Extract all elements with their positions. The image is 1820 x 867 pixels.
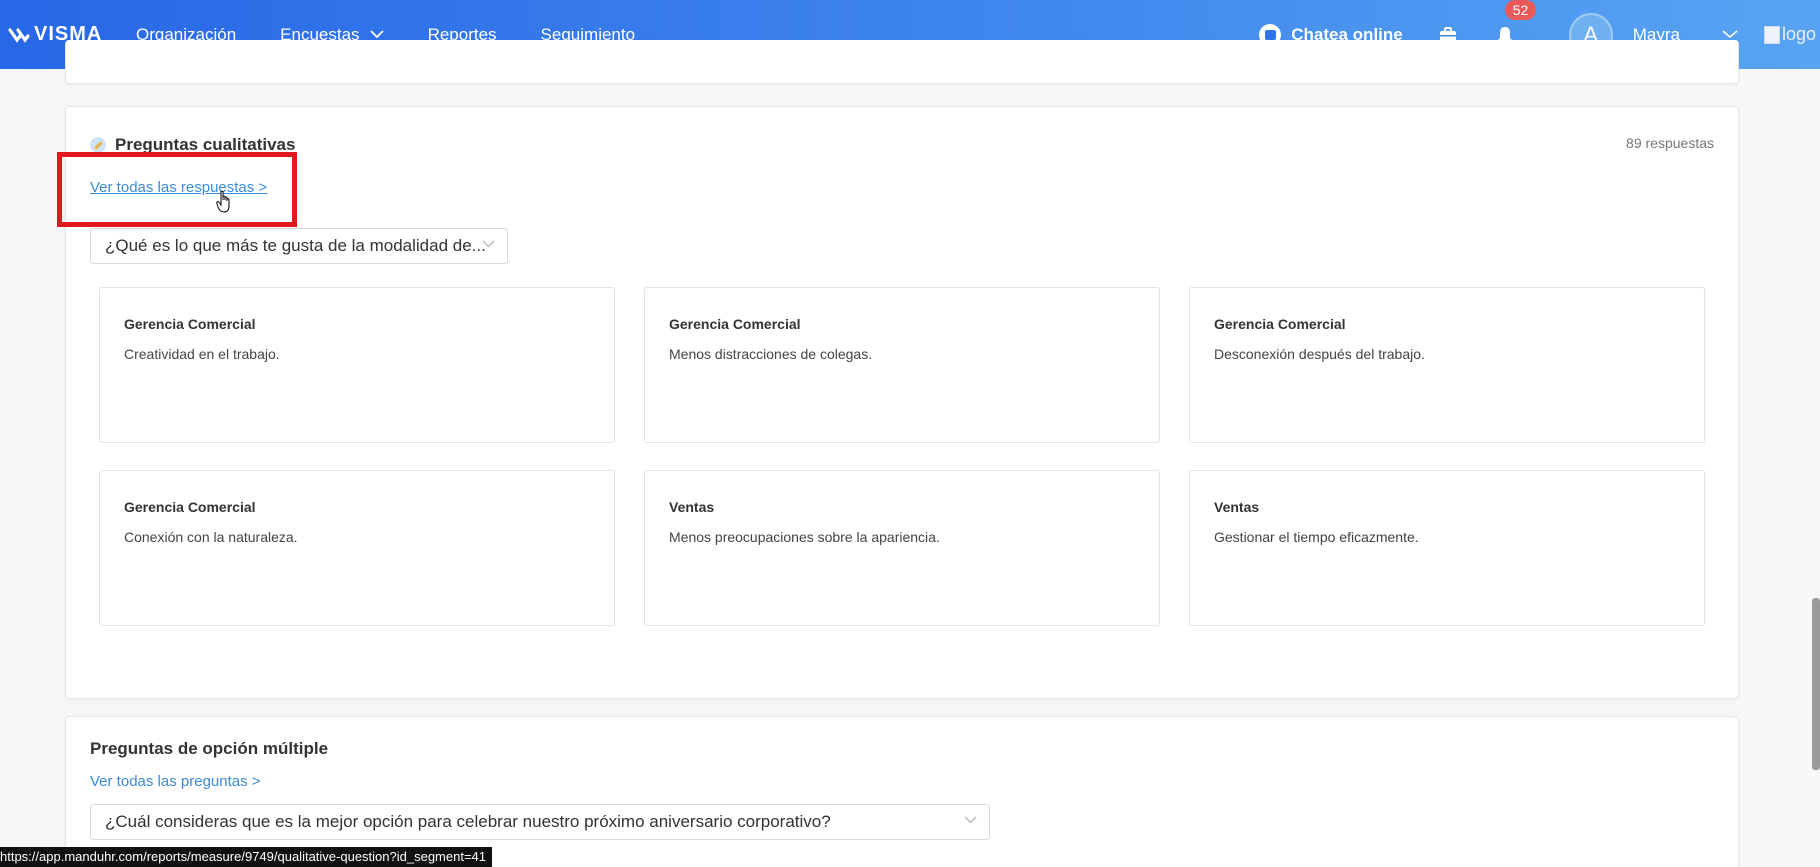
answer-department: Gerencia Comercial [124, 499, 256, 515]
answer-text: Desconexión después del trabajo. [1214, 346, 1425, 362]
answer-text: Gestionar el tiempo eficazmente. [1214, 529, 1419, 545]
multiple-choice-question-select[interactable]: ¿Cuál consideras que es la mejor opción … [90, 804, 990, 840]
broken-image-icon [1763, 25, 1780, 44]
view-all-responses-link[interactable]: Ver todas las respuestas > [90, 179, 267, 196]
hand-cursor-icon [216, 190, 230, 213]
qualitative-title-text: Preguntas cualitativas [115, 135, 296, 154]
answer-department: Ventas [669, 499, 715, 515]
previous-section-card [65, 40, 1739, 84]
visma-mark-icon [8, 27, 30, 43]
answer-text: Menos distracciones de colegas. [669, 346, 873, 362]
qualitative-question-select[interactable]: ¿Qué es lo que más te gusta de la modali… [90, 228, 508, 264]
answer-card: Gerencia Comercial Menos distracciones d… [644, 287, 1160, 443]
selected-question: ¿Cuál consideras que es la mejor opción … [105, 812, 831, 831]
answer-text: Creatividad en el trabajo. [124, 346, 280, 362]
logo-alt-text: logo [1781, 24, 1816, 44]
answer-department: Gerencia Comercial [1214, 316, 1346, 332]
multiple-choice-title: Preguntas de opción múltiple [90, 739, 328, 759]
pencil-icon [90, 137, 106, 153]
answer-text: Menos preocupaciones sobre la apariencia… [669, 529, 940, 545]
answer-card: Ventas Menos preocupaciones sobre la apa… [644, 470, 1160, 626]
status-bar-url: https://app.manduhr.com/reports/measure/… [0, 847, 492, 867]
chevron-down-icon [482, 240, 495, 248]
qualitative-questions-card: Preguntas cualitativas 89 respuestas Ver… [65, 106, 1739, 699]
multiple-choice-title-text: Preguntas de opción múltiple [90, 739, 329, 758]
chevron-down-icon [964, 816, 977, 824]
multiple-choice-card: Preguntas de opción múltiple Ver todas l… [65, 716, 1739, 867]
notification-badge: 52 [1504, 0, 1537, 20]
answer-card: Gerencia Comercial Creatividad en el tra… [99, 287, 615, 443]
company-logo: logo [1763, 24, 1816, 45]
view-all-questions-link[interactable]: Ver todas las preguntas > [90, 773, 261, 790]
selected-question: ¿Qué es lo que más te gusta de la modali… [105, 236, 486, 255]
page-scrollbar[interactable] [1812, 598, 1820, 770]
responses-count: 89 respuestas [1626, 135, 1714, 151]
answer-department: Ventas [1214, 499, 1260, 515]
answer-card: Ventas Gestionar el tiempo eficazmente. [1189, 470, 1705, 626]
chevron-down-icon [369, 30, 384, 39]
answer-department: Gerencia Comercial [669, 316, 801, 332]
chevron-down-icon[interactable] [1722, 30, 1738, 39]
answer-card: Gerencia Comercial Conexión con la natur… [99, 470, 615, 626]
answer-card: Gerencia Comercial Desconexión después d… [1189, 287, 1705, 443]
qualitative-title: Preguntas cualitativas [90, 135, 295, 155]
answer-department: Gerencia Comercial [124, 316, 256, 332]
answer-text: Conexión con la naturaleza. [124, 529, 298, 545]
